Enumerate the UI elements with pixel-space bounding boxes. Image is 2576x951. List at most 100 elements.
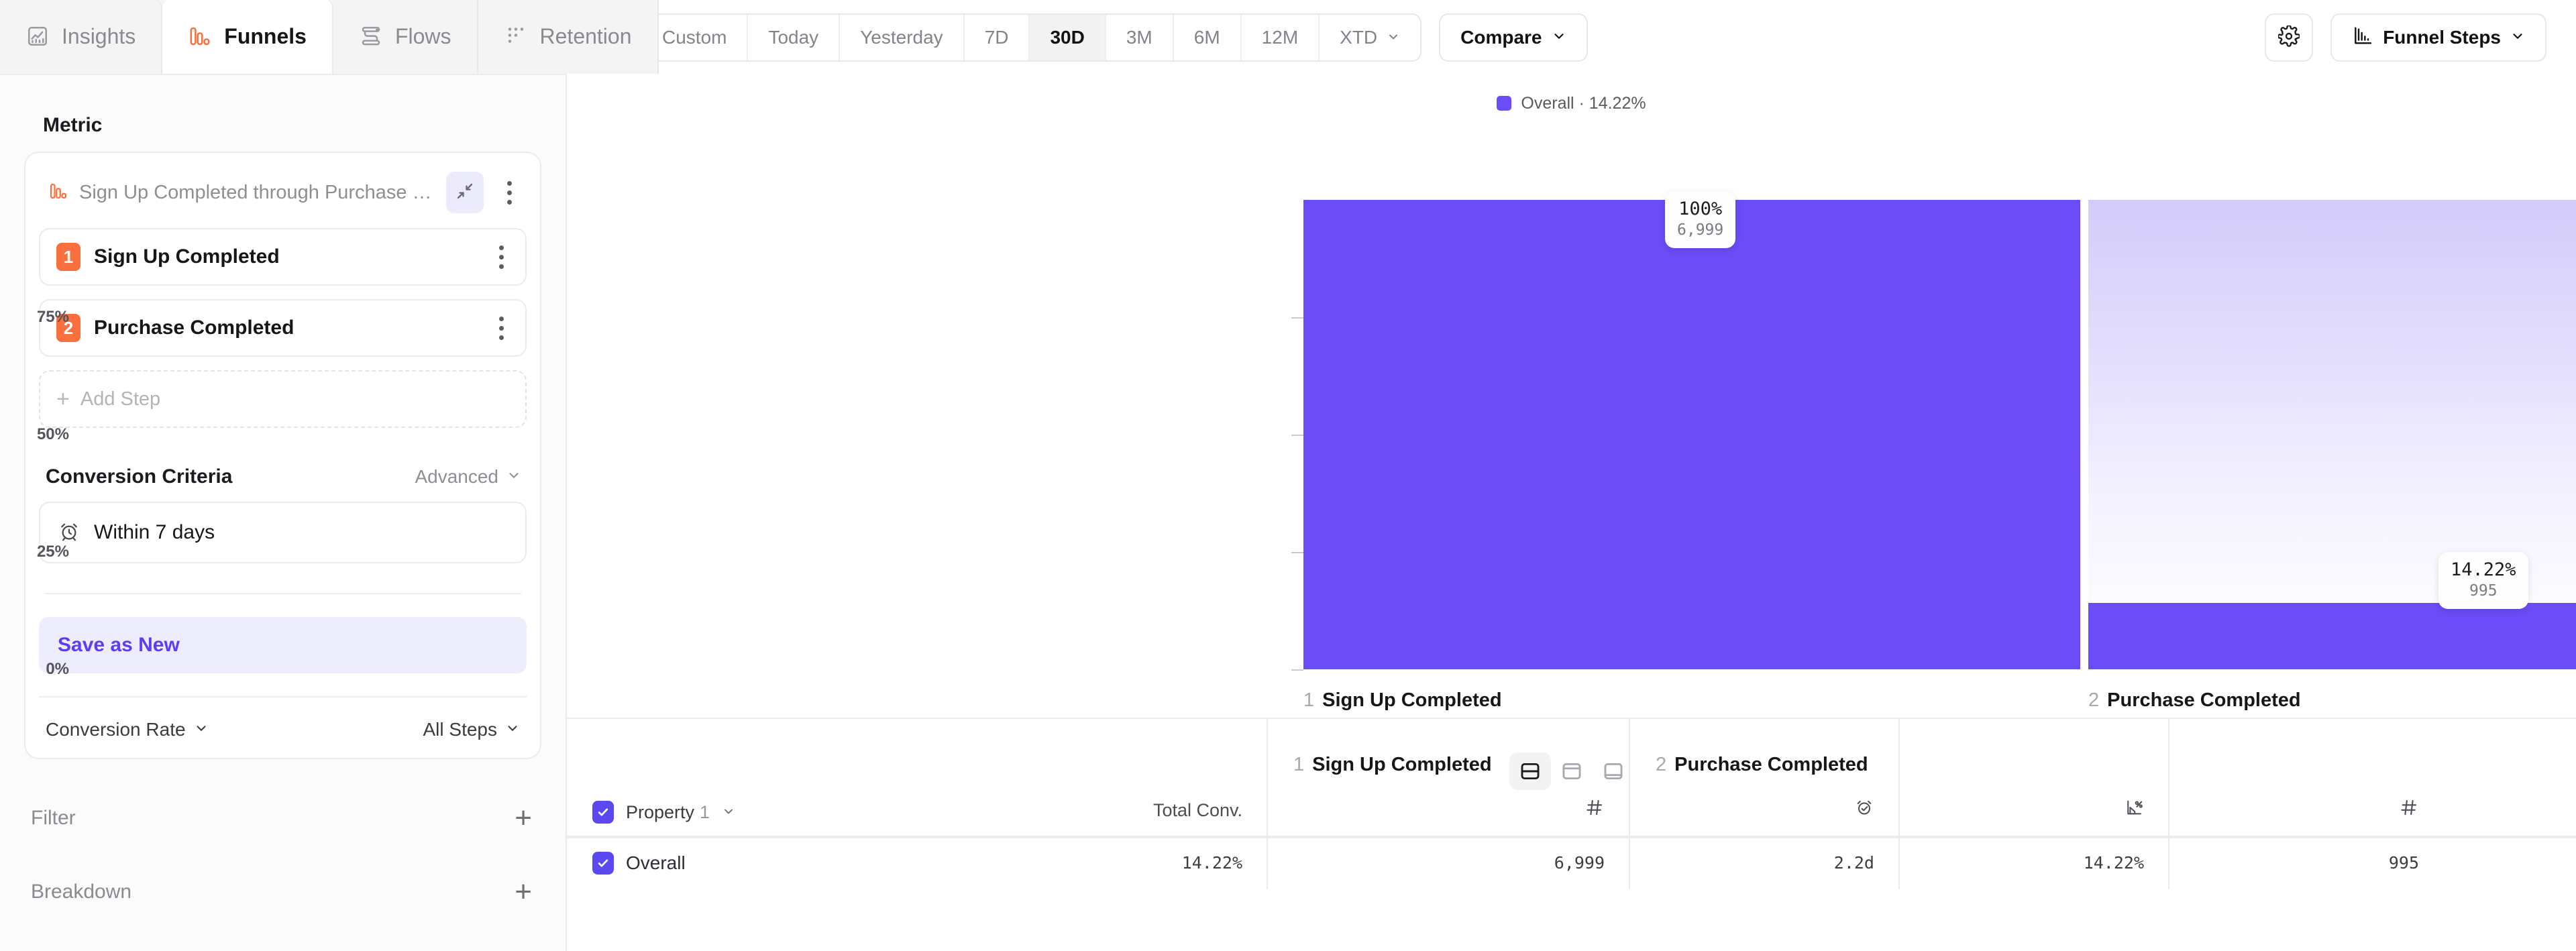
bar-fill <box>1303 200 2080 669</box>
conversion-criteria-header: Conversion Criteria Advanced <box>46 465 521 488</box>
plus-icon: + <box>56 388 70 410</box>
divider <box>44 593 521 594</box>
step-label: Purchase Completed <box>94 317 473 339</box>
date-range-selector: Custom Today Yesterday 7D 30D 3M 6M 12M … <box>612 13 1421 62</box>
legend-label: Overall · 14.22% <box>1521 94 1646 113</box>
range-yesterday[interactable]: Yesterday <box>840 15 965 60</box>
chevron-down-icon <box>722 802 735 823</box>
tab-label: Flows <box>395 24 451 49</box>
y-tick-50: 50% <box>0 425 69 444</box>
all-steps-dropdown[interactable]: All Steps <box>423 719 521 740</box>
step-number-badge: 1 <box>56 243 80 271</box>
conversion-criteria-title: Conversion Criteria <box>46 465 232 488</box>
conversion-window-value: Within 7 days <box>94 521 215 544</box>
collapse-button[interactable] <box>446 172 484 213</box>
table-header: Property 1 Total Conv. 1Sign Up Complete… <box>567 719 2576 837</box>
chart-plot-area: 75% 50% 25% 0% 100% 6,999 <box>567 200 2576 669</box>
chevron-down-icon <box>2510 27 2525 48</box>
header-step-2-title: 2Purchase Completed <box>1656 754 1868 776</box>
row-cell-step-2-time: 2.2d <box>1630 838 1900 889</box>
compare-dropdown[interactable]: Compare <box>1439 13 1587 62</box>
range-label: 7D <box>985 27 1009 48</box>
funnel-bar-step-1[interactable] <box>1303 200 2080 669</box>
range-label: Today <box>768 27 818 48</box>
add-filter-button[interactable]: + <box>515 803 532 833</box>
legend-color-swatch <box>1497 96 1511 111</box>
range-xtd[interactable]: XTD <box>1320 15 1420 60</box>
add-step-button[interactable]: + Add Step <box>39 370 527 428</box>
funnel-step-2[interactable]: 2 Purchase Completed <box>39 299 527 357</box>
header-cell-step-1-count: 1Sign Up Completed <box>1268 719 1630 836</box>
funnels-icon <box>48 181 68 205</box>
settings-button[interactable] <box>2265 13 2313 62</box>
range-today[interactable]: Today <box>748 15 840 60</box>
step-more-button[interactable] <box>486 309 516 347</box>
tooltip-percent: 14.22% <box>2451 559 2516 581</box>
tab-funnels[interactable]: Funnels <box>162 0 333 74</box>
row-cell-step-2-rate: 14.22% <box>1900 838 2169 889</box>
metric-more-button[interactable] <box>494 174 524 211</box>
tick-mark <box>1291 317 1303 319</box>
conversion-rate-dropdown[interactable]: Conversion Rate <box>46 719 209 740</box>
tab-insights[interactable]: Insights <box>0 0 162 74</box>
header-cell-step-2-time: 2Purchase Completed <box>1630 719 1900 836</box>
compare-label: Compare <box>1460 27 1542 48</box>
breakdown-label: Breakdown <box>31 881 131 903</box>
add-breakdown-button[interactable]: + <box>515 877 532 907</box>
funnel-steps-icon <box>2352 25 2373 51</box>
metric-heading: Metric <box>43 114 541 137</box>
row-cell-property: Overall 14.22% <box>567 838 1268 889</box>
range-12m[interactable]: 12M <box>1242 15 1320 60</box>
step-more-button[interactable] <box>486 238 516 276</box>
hash-icon <box>1585 797 1605 821</box>
bar-tooltip-step-2: 14.22% 995 <box>2438 552 2528 609</box>
header-cell-property: Property 1 Total Conv. <box>567 719 1268 836</box>
metric-title: Sign Up Completed through Purchase C... <box>79 182 435 204</box>
checkbox-checked-icon[interactable] <box>592 801 614 824</box>
range-3m[interactable]: 3M <box>1106 15 1174 60</box>
header-total-conv: Total Conv. <box>1153 800 1242 821</box>
tab-label: Insights <box>62 24 136 49</box>
range-6m[interactable]: 6M <box>1174 15 1242 60</box>
range-30d[interactable]: 30D <box>1030 15 1106 60</box>
alarm-clock-icon <box>58 520 80 546</box>
property-selector[interactable]: Property 1 <box>592 801 735 824</box>
tab-retention[interactable]: Retention <box>478 0 659 74</box>
cell-value: 995 <box>2389 853 2419 873</box>
conversion-rate-label: Conversion Rate <box>46 719 186 740</box>
save-as-new-button[interactable]: Save as New <box>39 617 527 673</box>
row-name: Overall <box>626 852 686 874</box>
cell-value: 14.22% <box>2084 853 2144 873</box>
tab-flows[interactable]: Flows <box>333 0 478 74</box>
row-cell-step-2-count: 995 <box>2169 838 2443 889</box>
tooltip-percent: 100% <box>1677 198 1723 221</box>
chart-type-dropdown[interactable]: Funnel Steps <box>2330 13 2546 62</box>
checkbox-checked-icon[interactable] <box>592 852 614 875</box>
y-tick-0: 0% <box>0 660 69 679</box>
gear-icon <box>2278 25 2300 50</box>
table-row[interactable]: Overall 14.22% 6,999 2.2d 14.22% 995 <box>567 837 2576 889</box>
conversion-window-field[interactable]: Within 7 days <box>39 502 527 563</box>
advanced-dropdown[interactable]: Advanced <box>415 466 521 488</box>
metric-card: Sign Up Completed through Purchase C... … <box>24 152 541 759</box>
tooltip-count: 6,999 <box>1677 221 1723 240</box>
app-root: Insights Funnels <box>0 0 2576 951</box>
range-7d[interactable]: 7D <box>965 15 1030 60</box>
sidebar: Insights Funnels <box>0 0 567 951</box>
filter-section: Filter + <box>31 803 532 833</box>
funnels-icon <box>188 24 212 48</box>
retention-icon <box>504 24 528 48</box>
chevron-down-icon <box>505 719 520 740</box>
funnel-step-1[interactable]: 1 Sign Up Completed <box>39 228 527 286</box>
chart-legend: Overall · 14.22% <box>567 87 2576 119</box>
step-label: Sign Up Completed <box>94 245 473 268</box>
collapse-icon <box>455 181 475 205</box>
range-label: 3M <box>1126 27 1152 48</box>
bar-fill <box>2088 603 2576 669</box>
sidebar-body: Metric Sign Up Completed through Purchas… <box>0 75 566 951</box>
header-step-1-title: 1Sign Up Completed <box>1293 754 1492 776</box>
tick-mark <box>1291 552 1303 553</box>
funnel-chart: Overall · 14.22% 75% 50% 25% 0% <box>567 75 2576 718</box>
header-cell-step-2-count <box>2169 719 2443 836</box>
conversion-percent-icon <box>2124 797 2144 821</box>
